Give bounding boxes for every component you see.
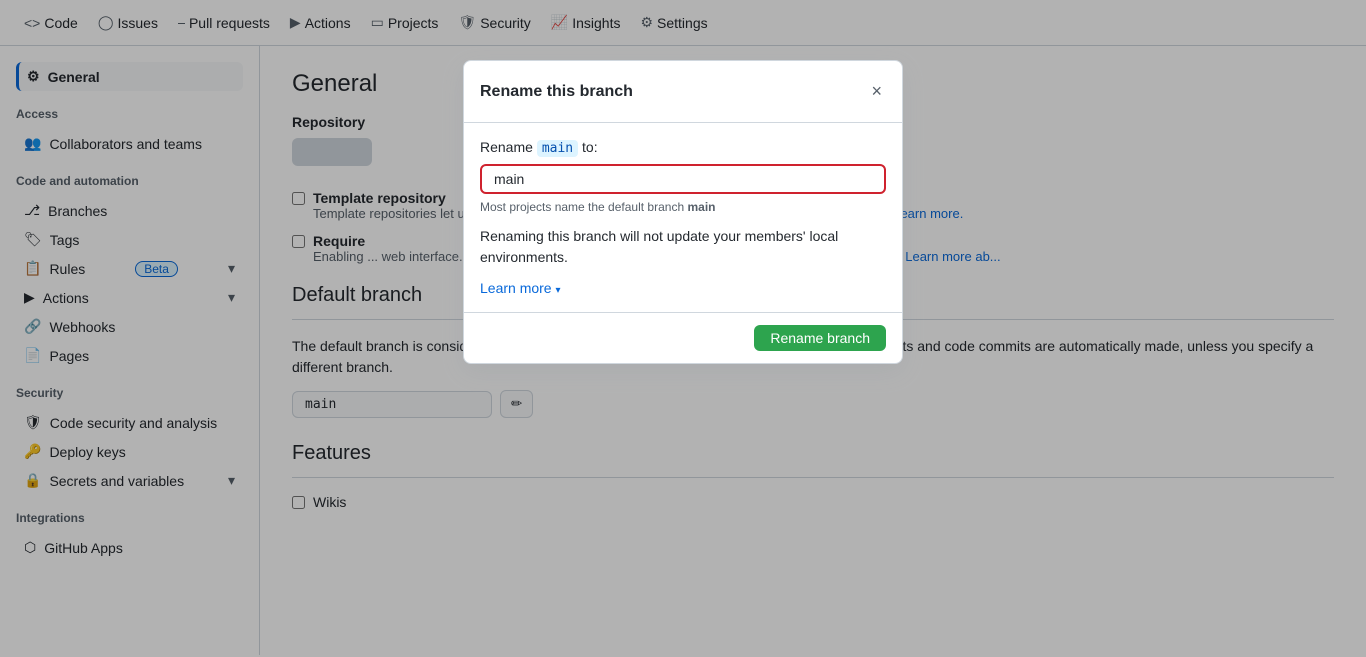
modal-overlay[interactable]: Rename this branch × Rename main to: Mos… xyxy=(0,0,1366,657)
modal-footer: Rename branch xyxy=(464,312,902,363)
modal-header: Rename this branch × xyxy=(464,61,902,123)
modal-close-button[interactable]: × xyxy=(867,77,886,106)
modal-title: Rename this branch xyxy=(480,83,633,101)
modal-body: Rename main to: Most projects name the d… xyxy=(464,123,902,312)
branch-code: main xyxy=(537,140,578,157)
rename-label: Rename main to: xyxy=(480,139,886,156)
learn-more-chevron-icon: ▾ xyxy=(555,285,560,296)
rename-hint: Most projects name the default branch ma… xyxy=(480,200,886,214)
rename-branch-button[interactable]: Rename branch xyxy=(754,325,886,351)
rename-warning: Renaming this branch will not update you… xyxy=(480,226,886,268)
rename-branch-input[interactable] xyxy=(480,164,886,194)
learn-more-link[interactable]: Learn more ▾ xyxy=(480,280,561,296)
rename-branch-modal: Rename this branch × Rename main to: Mos… xyxy=(463,60,903,364)
